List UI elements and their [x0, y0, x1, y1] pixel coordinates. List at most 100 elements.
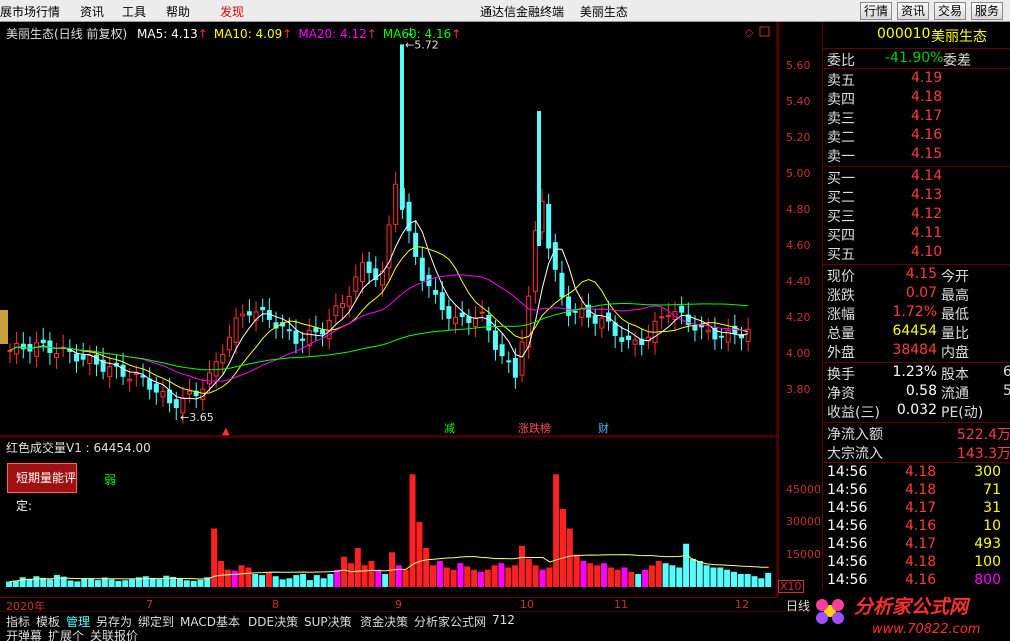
volume-bar [395, 565, 402, 587]
menu-market[interactable]: 展市场行情 [0, 3, 60, 20]
volume-chart[interactable] [0, 437, 778, 597]
kline-chart[interactable]: ←5.72←3.65▲ 减涨跌榜 财◇↓ [0, 22, 778, 437]
candle-body [127, 378, 133, 382]
news-button[interactable]: 资讯 [897, 2, 930, 20]
volume-bar [320, 578, 327, 587]
candle-body [532, 230, 538, 292]
tick-price: 4.18 [905, 482, 937, 498]
volume-bar [238, 565, 245, 587]
trade-button[interactable]: 交易 [934, 2, 967, 20]
candle-body [592, 315, 598, 324]
stat-value: 4.15 [905, 266, 937, 282]
candle-body [74, 353, 79, 362]
stat2-extra: 6 [1003, 364, 1010, 380]
flow-label: 净流入额 [827, 427, 883, 443]
volume-bar [19, 577, 26, 588]
candle-body [612, 322, 618, 336]
volume-bar [259, 575, 266, 587]
price-tick-label: 5.20 [786, 131, 811, 144]
candle-body [34, 342, 40, 357]
candle-peak [537, 111, 541, 246]
candle-body [486, 315, 492, 331]
volume-bar [703, 565, 710, 587]
menu-help[interactable]: 帮助 [166, 3, 190, 20]
price-scale [778, 22, 822, 597]
volume-bar [272, 576, 279, 587]
ma-label: MA5: 4.13 [137, 27, 198, 41]
divider [823, 48, 1010, 49]
volume-bar [635, 574, 642, 587]
volume-bar [648, 565, 655, 587]
bid-label: 买二 [827, 190, 855, 206]
candle-body [439, 292, 445, 311]
candle-body [499, 344, 505, 357]
candle-body [473, 317, 478, 327]
ma-legend: MA5: 4.13↑ MA10: 4.09↑ MA20: 4.12↑ MA60: 4.… [131, 27, 461, 41]
volume-bar [279, 579, 286, 587]
volume-bar [457, 563, 464, 587]
menu-tools[interactable]: 工具 [122, 3, 146, 20]
tick-volume: 493 [974, 536, 1001, 552]
volume-bar [94, 580, 101, 587]
ask-price: 4.17 [911, 108, 943, 124]
x-axis-label: 7 [146, 598, 153, 611]
volume-bar [525, 558, 532, 587]
divider [823, 422, 1010, 423]
candle-body [293, 330, 299, 344]
volume-bar [306, 580, 313, 587]
market-button[interactable]: 行情 [860, 2, 893, 20]
volume-bar [621, 567, 628, 587]
secondary-tab[interactable]: 开弹幕 [6, 627, 42, 641]
volume-bar [758, 578, 765, 587]
secondary-tab[interactable]: 关联报价 [90, 627, 138, 641]
volume-bar [423, 548, 430, 587]
menu-news[interactable]: 资讯 [80, 3, 104, 20]
volume-bar [484, 569, 491, 587]
volume-bar [368, 561, 375, 587]
tick-time: 14:56 [827, 536, 868, 552]
weicha-label: 委差 [943, 53, 971, 69]
stock-name: 美丽生态 [931, 29, 987, 45]
secondary-tab[interactable]: 扩展个 [48, 627, 84, 641]
ask-label: 卖二 [827, 130, 855, 146]
volume-bar [676, 567, 683, 587]
volume-bar [498, 563, 505, 587]
tick-volume: 71 [983, 482, 1001, 498]
x-axis-label: 8 [272, 598, 279, 611]
app-window: 展市场行情 资讯 工具 帮助 发现 通达信金融终端 美丽生态 行情 资讯 交易 … [0, 0, 1010, 641]
stat-value: 0.07 [905, 285, 937, 301]
volume-bar [532, 565, 539, 587]
volume-bar [115, 580, 122, 587]
volume-bar [436, 561, 443, 587]
candle-body [705, 329, 711, 333]
ma-up-arrow-icon: ↑ [366, 27, 377, 41]
menu-discover[interactable]: 发现 [220, 3, 244, 20]
tick-price: 4.18 [905, 554, 937, 570]
candle-body [246, 311, 252, 316]
volume-bar [197, 579, 204, 587]
kline-title: 美丽生态(日线 前复权) MA5: 4.13↑ MA10: 4.09↑ MA20: … [6, 25, 461, 42]
event-marker-0: 减 [444, 422, 455, 435]
candle-body [393, 183, 399, 225]
volume-bar [334, 569, 341, 587]
volume-bar [765, 572, 772, 587]
volume-rating-badge[interactable]: 短期量能评定: [7, 463, 77, 513]
indicator-tab[interactable]: 712 [492, 613, 515, 627]
period-label[interactable]: 日线 [786, 597, 810, 614]
volume-bar [47, 579, 53, 587]
volume-bar [402, 569, 409, 587]
volume-bar [53, 574, 60, 587]
bid-price: 4.11 [911, 225, 943, 241]
kline-title-text: 美丽生态(日线 前复权) [6, 27, 128, 41]
side-collapse-handle[interactable] [0, 310, 8, 344]
x-axis-label: 9 [395, 598, 402, 611]
volume-bar [505, 567, 512, 587]
candle-body [226, 336, 232, 351]
price-tick-label: 5.00 [786, 167, 811, 180]
tick-time: 14:56 [827, 482, 868, 498]
logo-flower-icon [816, 599, 828, 611]
bid-price: 4.13 [911, 187, 943, 203]
ask-label: 卖五 [827, 73, 855, 89]
service-button[interactable]: 服务 [971, 2, 1004, 20]
candle-body [446, 306, 452, 319]
